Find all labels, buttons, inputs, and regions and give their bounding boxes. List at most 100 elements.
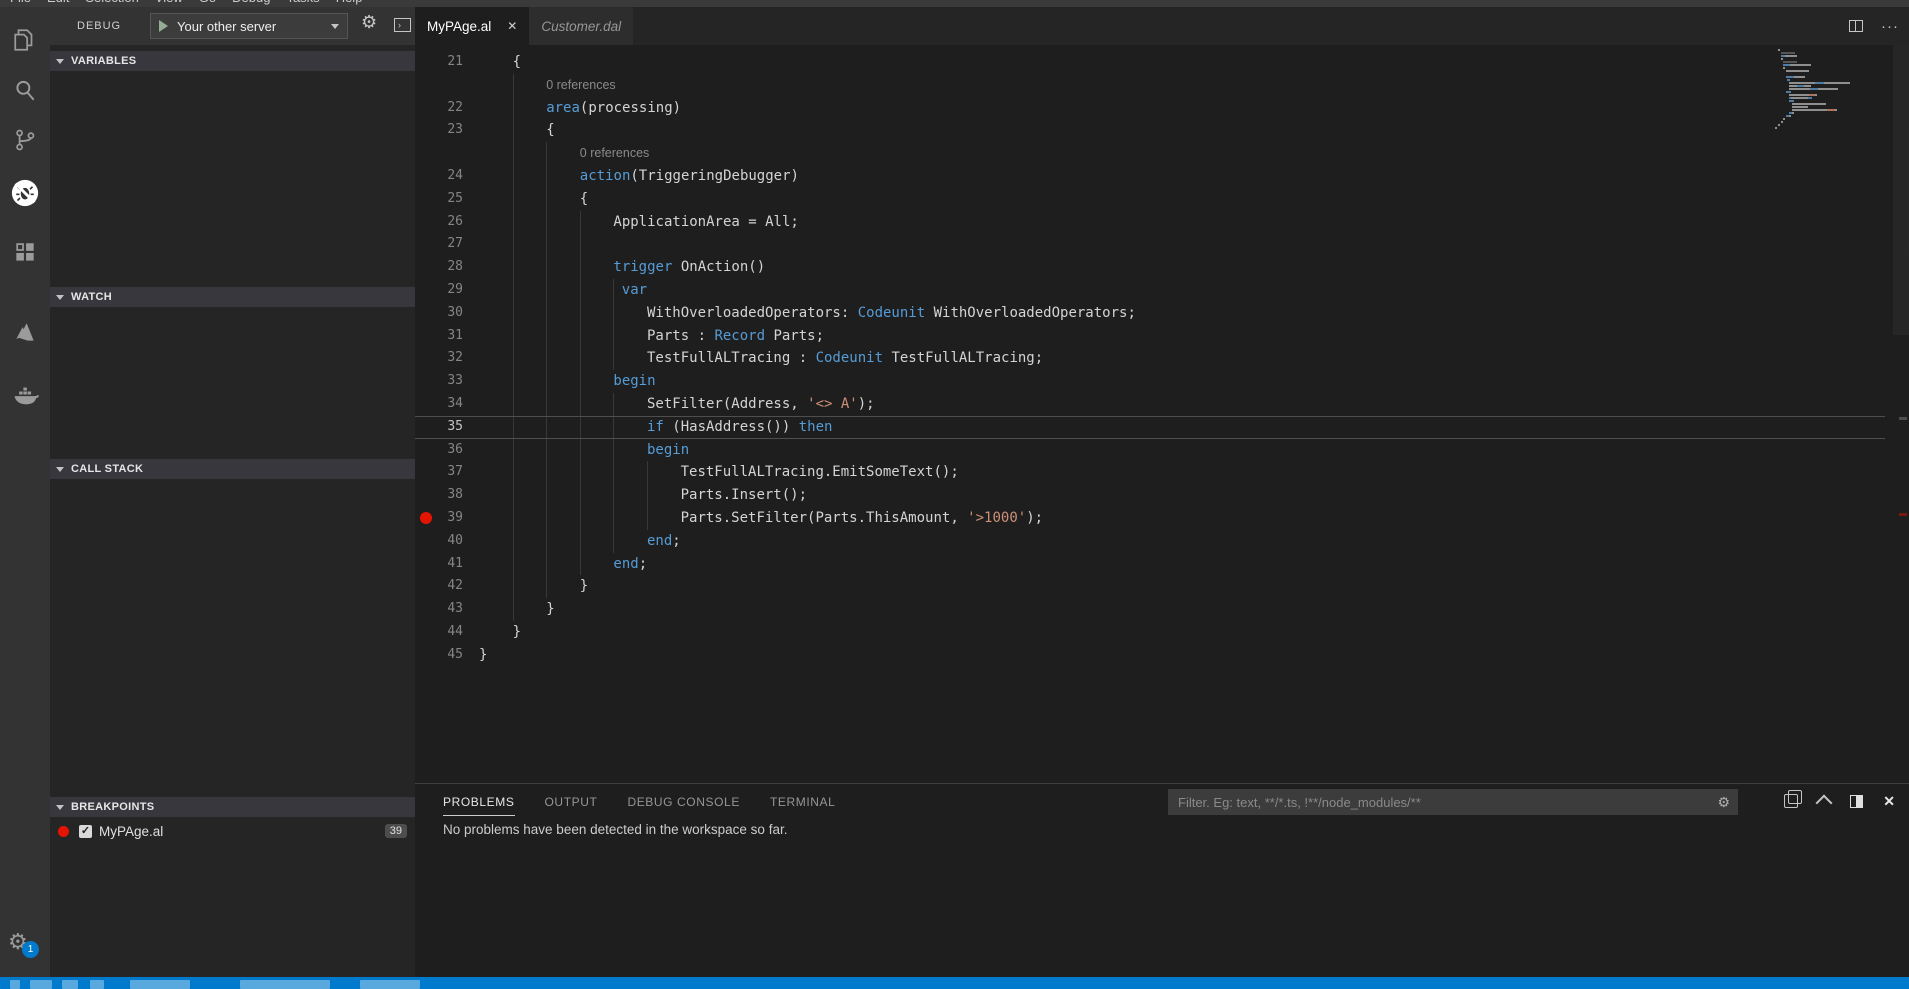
glyph-margin[interactable] [415, 553, 437, 576]
code-line[interactable]: 30WithOverloadedOperators: Codeunit With… [415, 302, 1909, 325]
glyph-margin[interactable] [415, 416, 437, 439]
breakpoint-dot-icon[interactable] [420, 512, 432, 524]
code-line[interactable]: 45} [415, 644, 1909, 667]
extensions-icon[interactable] [5, 233, 45, 273]
minimap[interactable] [1775, 49, 1855, 130]
section-header-variables[interactable]: VARIABLES [50, 51, 415, 71]
code-line[interactable]: 26ApplicationArea = All; [415, 211, 1909, 234]
menu-item[interactable]: View [155, 0, 183, 5]
code-line[interactable]: 33begin [415, 370, 1909, 393]
panel-tab[interactable]: DEBUG CONSOLE [627, 786, 740, 816]
section-header-callstack[interactable]: CALL STACK [50, 459, 415, 479]
menu-item[interactable]: File [10, 0, 31, 5]
codelens-references[interactable]: 0 references [580, 142, 649, 165]
filter-input[interactable] [1176, 794, 1711, 811]
codelens-line[interactable]: 0 references [415, 142, 1909, 165]
section-header-watch[interactable]: WATCH [50, 287, 415, 307]
close-tab-icon[interactable]: ✕ [507, 19, 517, 33]
code-line[interactable]: 38Parts.Insert(); [415, 484, 1909, 507]
menu-item[interactable]: Tasks [286, 0, 319, 5]
docker-icon[interactable] [5, 375, 45, 415]
glyph-margin[interactable] [415, 484, 437, 507]
filter-icon[interactable]: ⚙ [1717, 794, 1730, 811]
code-line[interactable]: 41end; [415, 553, 1909, 576]
glyph-margin[interactable] [415, 461, 437, 484]
configure-debug-icon[interactable]: ⚙ [361, 12, 377, 33]
code-line[interactable]: 31Parts : Record Parts; [415, 325, 1909, 348]
glyph-margin[interactable] [415, 119, 437, 142]
more-actions-icon[interactable]: ··· [1881, 18, 1899, 35]
editor-tab[interactable]: Customer.dal [529, 7, 633, 45]
status-bar[interactable] [0, 977, 1909, 989]
close-panel-icon[interactable]: ✕ [1883, 793, 1895, 810]
glyph-margin[interactable] [415, 279, 437, 302]
code-line[interactable]: 24action(TriggeringDebugger) [415, 165, 1909, 188]
editor-tab[interactable]: MyPAge.al✕ [415, 7, 529, 45]
explorer-icon[interactable] [5, 20, 45, 60]
debug-config-dropdown[interactable]: Your other server [150, 13, 348, 39]
code-line[interactable]: 21{ [415, 51, 1909, 74]
start-debug-icon[interactable] [159, 20, 168, 32]
code-line[interactable]: 42} [415, 575, 1909, 598]
codelens-references[interactable]: 0 references [546, 74, 615, 97]
glyph-margin[interactable] [415, 621, 437, 644]
code-line[interactable]: 29var [415, 279, 1909, 302]
glyph-margin[interactable] [415, 211, 437, 234]
scrollbar[interactable] [1893, 45, 1909, 335]
code-editor[interactable]: 21{0 references22area(processing)23{0 re… [415, 45, 1909, 783]
glyph-margin[interactable] [415, 598, 437, 621]
glyph-margin[interactable] [415, 233, 437, 256]
glyph-margin[interactable] [415, 507, 437, 530]
code-line[interactable]: 34SetFilter(Address, '<> A'); [415, 393, 1909, 416]
panel-tab[interactable]: PROBLEMS [443, 786, 515, 816]
glyph-margin[interactable] [415, 393, 437, 416]
panel-tab[interactable]: TERMINAL [770, 786, 835, 816]
glyph-margin[interactable] [415, 530, 437, 553]
panel-tab[interactable]: OUTPUT [545, 786, 598, 816]
glyph-margin[interactable] [415, 97, 437, 120]
glyph-margin[interactable] [415, 325, 437, 348]
azure-icon[interactable] [5, 313, 45, 353]
code-line[interactable]: 23{ [415, 119, 1909, 142]
menu-item[interactable]: Help [336, 0, 363, 5]
debug-console-icon[interactable]: › [394, 18, 411, 32]
menu-item[interactable]: Go [199, 0, 216, 5]
glyph-margin[interactable] [415, 74, 437, 97]
breakpoint-list-item[interactable]: ✓ MyPAge.al 39 [50, 820, 415, 842]
settings-gear-icon[interactable]: ⚙ 1 [8, 927, 44, 963]
code-line[interactable]: 25{ [415, 188, 1909, 211]
source-control-icon[interactable] [5, 120, 45, 160]
glyph-margin[interactable] [415, 575, 437, 598]
glyph-margin[interactable] [415, 370, 437, 393]
glyph-margin[interactable] [415, 644, 437, 667]
code-line[interactable]: 40end; [415, 530, 1909, 553]
breakpoint-checkbox[interactable]: ✓ [79, 825, 92, 838]
glyph-margin[interactable] [415, 347, 437, 370]
menu-item[interactable]: Selection [85, 0, 138, 5]
code-line[interactable]: 43} [415, 598, 1909, 621]
code-line[interactable]: 28trigger OnAction() [415, 256, 1909, 279]
codelens-line[interactable]: 0 references [415, 74, 1909, 97]
code-line[interactable]: 22area(processing) [415, 97, 1909, 120]
code-line[interactable]: 37TestFullALTracing.EmitSomeText(); [415, 461, 1909, 484]
maximize-panel-icon[interactable] [1816, 795, 1833, 812]
code-line[interactable]: 32TestFullALTracing : Codeunit TestFullA… [415, 347, 1909, 370]
glyph-margin[interactable] [415, 142, 437, 165]
open-panels-icon[interactable] [1784, 794, 1798, 808]
code-line[interactable]: 39Parts.SetFilter(Parts.ThisAmount, '>10… [415, 507, 1909, 530]
code-line[interactable]: 27 [415, 233, 1909, 256]
menu-items[interactable]: File Edit Selection View Go Debug Tasks Help [10, 0, 1909, 5]
code-line[interactable]: 35if (HasAddress()) then [415, 416, 1909, 439]
glyph-margin[interactable] [415, 439, 437, 462]
menu-item[interactable]: Debug [232, 0, 270, 5]
menu-item[interactable]: Edit [47, 0, 69, 5]
panel-layout-icon[interactable] [1850, 795, 1863, 808]
debug-icon[interactable] [5, 173, 45, 213]
glyph-margin[interactable] [415, 256, 437, 279]
glyph-margin[interactable] [415, 51, 437, 74]
glyph-margin[interactable] [415, 188, 437, 211]
section-header-breakpoints[interactable]: BREAKPOINTS [50, 797, 415, 817]
code-line[interactable]: 44} [415, 621, 1909, 644]
split-editor-icon[interactable] [1849, 20, 1863, 32]
code-line[interactable]: 36begin [415, 439, 1909, 462]
